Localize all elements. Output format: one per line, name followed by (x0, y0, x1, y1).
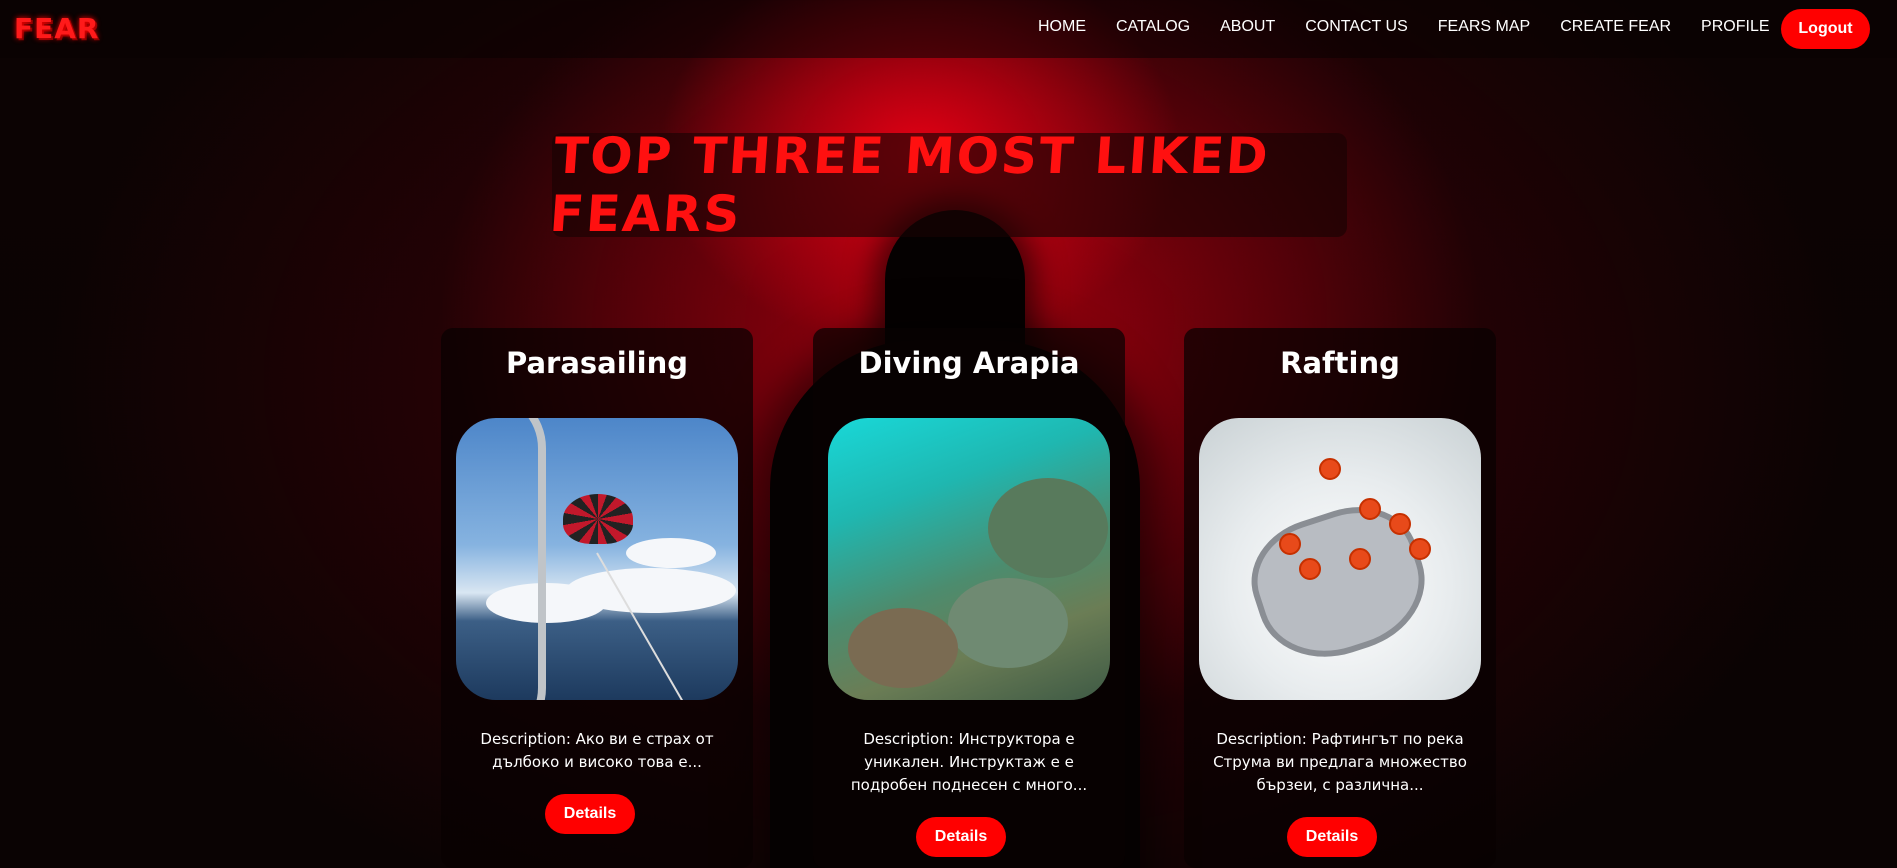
nav-link-contact-us[interactable]: CONTACT US (1305, 18, 1408, 36)
nav-link-catalog[interactable]: CATALOG (1116, 18, 1190, 36)
fear-card-diving-arapia: Diving Arapia Description: Инструктора е… (813, 328, 1125, 868)
details-button[interactable]: Details (1287, 817, 1377, 857)
page-title: Top three most liked fears (547, 127, 1272, 243)
details-button[interactable]: Details (545, 794, 635, 834)
card-description: Description: Инструктора е уникален. Инс… (850, 730, 1088, 794)
nav-link-home[interactable]: HOME (1038, 18, 1086, 36)
fear-card-parasailing: Parasailing Description: Ако ви е страх … (441, 328, 753, 868)
nav-link-create-fear[interactable]: CREATE FEAR (1560, 18, 1671, 36)
navbar: FEAR HOME CATALOG ABOUT CONTACT US FEARS… (0, 0, 1897, 58)
nav-links: HOME CATALOG ABOUT CONTACT US FEARS MAP … (1038, 18, 1800, 36)
card-title: Diving Arapia (858, 346, 1080, 380)
card-description: Description: Рафтингът по река Струма ви… (1213, 730, 1467, 794)
card-title: Parasailing (506, 346, 688, 380)
card-description: Description: Ако ви е страх от дълбоко и… (480, 730, 714, 771)
card-image-parasailing[interactable] (456, 418, 738, 700)
logout-button[interactable]: Logout (1781, 9, 1870, 49)
card-image-diving[interactable] (828, 418, 1110, 700)
card-image-rafting[interactable] (1199, 418, 1481, 700)
page-title-box: Top three most liked fears (548, 127, 1347, 243)
nav-link-profile[interactable]: PROFILE (1701, 18, 1769, 36)
site-logo[interactable]: FEAR (14, 12, 99, 45)
nav-link-about[interactable]: ABOUT (1220, 18, 1275, 36)
fear-card-rafting: Rafting Description: Рафтингът по река С… (1184, 328, 1496, 868)
nav-link-fears-map[interactable]: FEARS MAP (1438, 18, 1530, 36)
card-title: Rafting (1280, 346, 1400, 380)
details-button[interactable]: Details (916, 817, 1006, 857)
